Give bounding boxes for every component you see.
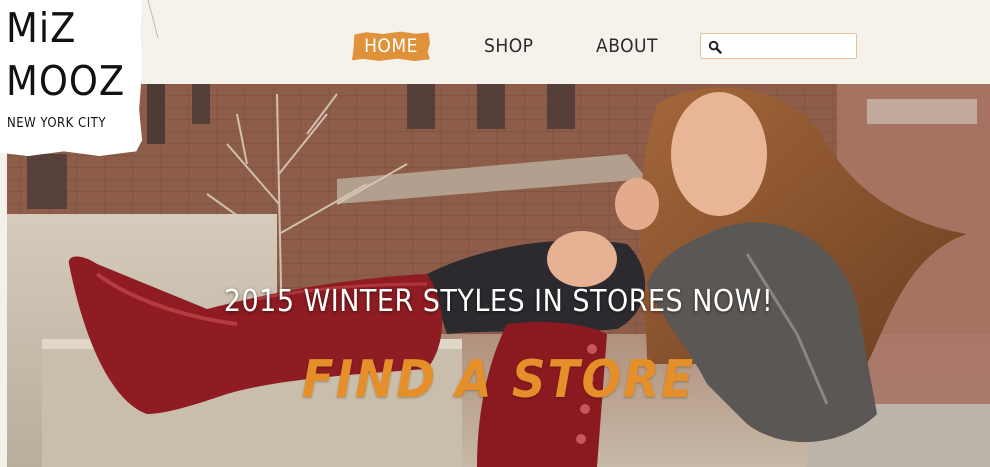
hero-banner: 2015 WINTER STYLES IN STORES NOW! FIND A… (7, 84, 990, 467)
search-box[interactable] (700, 33, 857, 59)
main-nav: HOME SHOP ABOUT (352, 30, 658, 62)
logo[interactable]: MiZ MOOZ NEW YORK CITY (0, 0, 142, 156)
search-icon[interactable] (708, 40, 722, 54)
logo-line-3: NEW YORK CITY (7, 116, 106, 131)
nav-home[interactable]: HOME (352, 31, 430, 61)
hero-tagline: 2015 WINTER STYLES IN STORES NOW! (223, 284, 774, 319)
nav-shop[interactable]: SHOP (484, 31, 533, 61)
nav-about[interactable]: ABOUT (596, 31, 658, 61)
logo-line-1: MiZ (6, 4, 77, 52)
logo-sketch-line (147, 0, 159, 39)
logo-line-2: MOOZ (6, 57, 126, 105)
search-input[interactable] (725, 36, 855, 58)
find-store-link[interactable]: FIND A STORE (7, 350, 990, 410)
